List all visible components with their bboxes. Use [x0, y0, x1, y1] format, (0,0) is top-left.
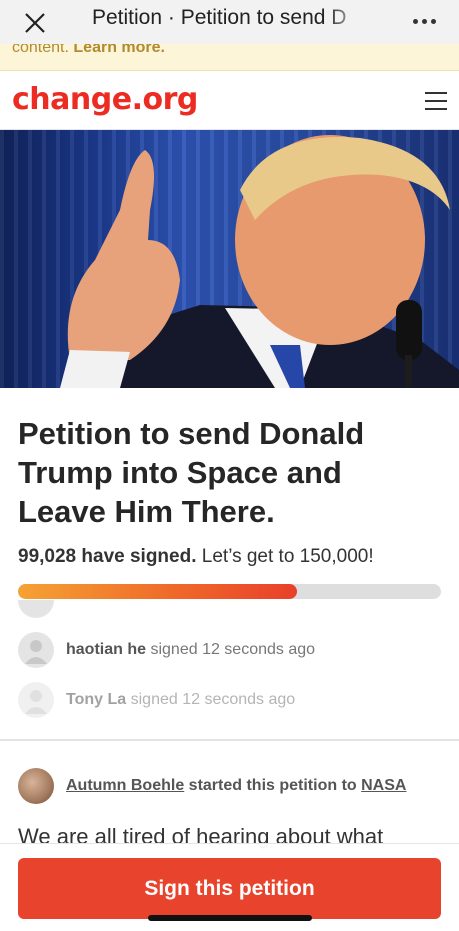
petition-title: Petition to send Donald Trump into Space…	[18, 416, 365, 529]
dot-icon	[412, 18, 418, 24]
starter-name-link[interactable]: Autumn Boehle	[66, 777, 184, 794]
dot-icon	[421, 18, 427, 24]
starter-middle-text: started this petition to	[188, 777, 357, 794]
avatar	[18, 632, 54, 668]
signer-name: haotian he	[66, 641, 147, 658]
content-notice: content. Learn more.	[0, 44, 459, 71]
petition-hero-image	[0, 130, 459, 388]
target-link[interactable]: NASA	[361, 777, 406, 794]
hero-photo	[60, 135, 459, 388]
avatar	[18, 682, 54, 718]
close-icon	[25, 13, 45, 33]
user-icon	[25, 640, 47, 664]
signer-action: signed 12 seconds ago	[150, 641, 316, 658]
signature-count: 99,028 have signed.	[18, 546, 197, 567]
sign-petition-button[interactable]: Sign this petition	[18, 858, 441, 919]
window-title: Petition · Petition to send D	[92, 6, 347, 29]
menu-icon-bar	[425, 100, 447, 102]
section-divider	[0, 739, 459, 741]
sticky-footer: Sign this petition	[0, 843, 459, 931]
signer-name: Tony La	[66, 691, 127, 708]
starter-text: Autumn Boehle started this petition to N…	[66, 777, 406, 795]
signature-progress-bar	[18, 584, 441, 599]
menu-icon-bar	[425, 108, 447, 110]
recent-signer-row: haotian he signed 12 seconds ago	[18, 632, 315, 668]
signer-text: Tony La signed 12 seconds ago	[66, 691, 295, 709]
recent-signer-row: Tony La signed 12 seconds ago	[18, 682, 295, 718]
more-options-button[interactable]	[407, 6, 441, 36]
browser-top-bar: Petition · Petition to send D	[0, 0, 459, 44]
home-indicator	[148, 915, 312, 921]
petition-starter: Autumn Boehle started this petition to N…	[18, 768, 406, 804]
progress-fill	[18, 584, 298, 599]
menu-icon-bar	[425, 92, 447, 94]
signature-summary: 99,028 have signed. Let’s get to 150,000…	[18, 546, 374, 568]
user-icon	[25, 690, 47, 714]
site-header: change.org	[0, 72, 459, 130]
signer-action: signed 12 seconds ago	[130, 691, 296, 708]
signer-text: haotian he signed 12 seconds ago	[66, 641, 315, 659]
close-button[interactable]	[18, 6, 52, 40]
starter-avatar[interactable]	[18, 768, 54, 804]
notice-text: content.	[12, 44, 69, 56]
learn-more-link[interactable]: Learn more.	[73, 44, 165, 56]
menu-button[interactable]	[425, 92, 447, 110]
signature-goal: Let’s get to 150,000!	[201, 546, 374, 567]
avatar-partial	[18, 600, 54, 618]
dot-icon	[430, 18, 436, 24]
change-org-logo[interactable]: change.org	[12, 82, 198, 117]
